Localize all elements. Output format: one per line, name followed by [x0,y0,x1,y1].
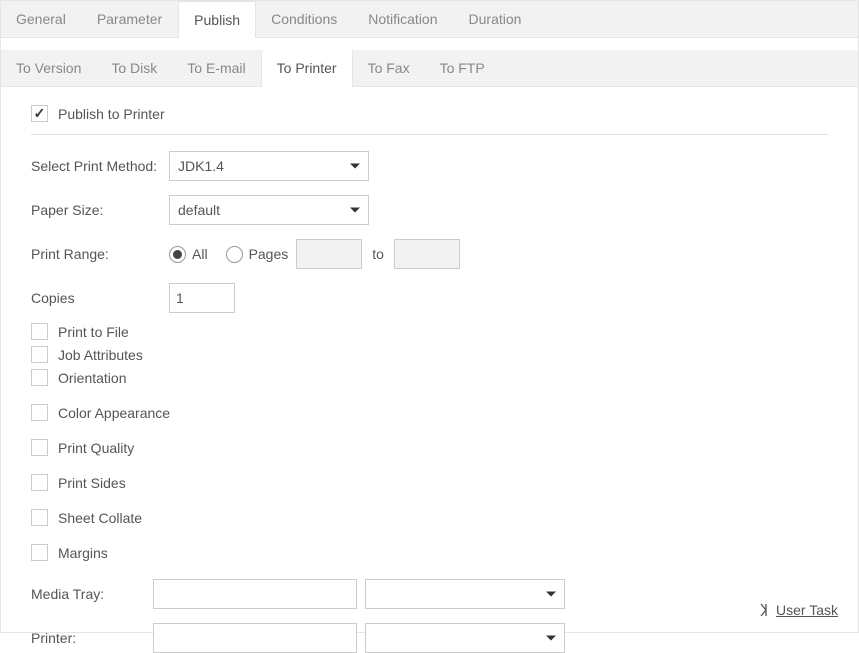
pages-to-input[interactable] [394,239,460,269]
paper-size-select[interactable]: default [169,195,369,225]
margins-label: Margins [58,545,108,561]
tab-publish[interactable]: Publish [178,1,256,38]
chevron-down-icon [350,164,360,169]
orientation-label: Orientation [58,370,126,386]
publish-to-printer-label: Publish to Printer [58,106,165,122]
margins-checkbox[interactable] [31,544,48,561]
top-tab-bar: General Parameter Publish Conditions Not… [1,1,858,38]
color-appearance-checkbox[interactable] [31,404,48,421]
job-attributes-checkbox[interactable] [31,346,48,363]
printer-input[interactable] [153,623,357,653]
print-method-label: Select Print Method: [31,158,169,174]
media-tray-select[interactable] [365,579,565,609]
print-sides-checkbox[interactable] [31,474,48,491]
tab-duration[interactable]: Duration [454,1,538,37]
printer-label: Printer: [31,630,153,646]
print-range-label: Print Range: [31,246,169,262]
print-to-file-checkbox[interactable] [31,323,48,340]
chevron-down-icon [546,592,556,597]
paper-size-label: Paper Size: [31,202,169,218]
subtab-to-ftp[interactable]: To FTP [425,50,500,86]
print-quality-label: Print Quality [58,440,134,456]
print-method-value: JDK1.4 [178,158,224,174]
sheet-collate-checkbox[interactable] [31,509,48,526]
copies-label: Copies [31,290,169,306]
chevron-left-icon [756,602,772,618]
media-tray-input[interactable] [153,579,357,609]
sheet-collate-label: Sheet Collate [58,510,142,526]
pages-from-input[interactable] [296,239,362,269]
chevron-down-icon [546,636,556,641]
subtab-to-disk[interactable]: To Disk [96,50,172,86]
sub-tab-bar: To Version To Disk To E-mail To Printer … [1,50,858,87]
print-range-all-radio[interactable] [169,246,186,263]
tab-conditions[interactable]: Conditions [256,1,353,37]
divider [31,134,828,135]
chevron-down-icon [350,208,360,213]
printer-select[interactable] [365,623,565,653]
print-to-file-label: Print to File [58,324,129,340]
printer-panel: Publish to Printer Select Print Method: … [1,87,858,628]
paper-size-value: default [178,202,220,218]
subtab-to-version[interactable]: To Version [1,50,96,86]
print-range-pages-label: Pages [249,246,289,262]
tab-general[interactable]: General [1,1,82,37]
user-task-label: User Task [776,602,838,618]
tab-notification[interactable]: Notification [353,1,453,37]
color-appearance-label: Color Appearance [58,405,170,421]
media-tray-label: Media Tray: [31,586,153,602]
copies-input[interactable] [169,283,235,313]
user-task-link[interactable]: User Task [756,602,838,618]
print-sides-label: Print Sides [58,475,126,491]
print-range-all-label: All [192,246,208,262]
tab-parameter[interactable]: Parameter [82,1,178,37]
print-method-select[interactable]: JDK1.4 [169,151,369,181]
subtab-to-fax[interactable]: To Fax [353,50,425,86]
job-attributes-label: Job Attributes [58,347,143,363]
print-range-pages-radio[interactable] [226,246,243,263]
orientation-checkbox[interactable] [31,369,48,386]
publish-to-printer-checkbox[interactable] [31,105,48,122]
subtab-to-printer[interactable]: To Printer [261,50,353,87]
print-quality-checkbox[interactable] [31,439,48,456]
subtab-to-email[interactable]: To E-mail [172,50,260,86]
pages-to-label: to [372,246,384,262]
